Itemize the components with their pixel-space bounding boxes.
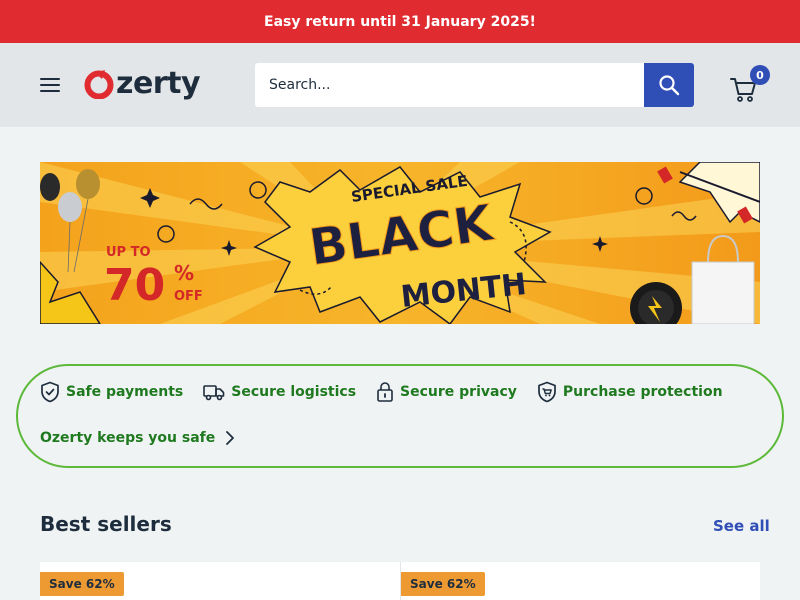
banner-promo-suffix: OFF [174,289,203,304]
trust-item-secure-logistics: Secure logistics [203,382,356,402]
trust-item-purchase-protection: Purchase protection [537,381,723,403]
keeps-you-safe-link[interactable]: Ozerty keeps you safe [40,430,237,446]
banner-promo-value: 70 [104,260,165,311]
product-grid: Save 62% Save 62% [40,562,760,600]
keeps-you-safe-label: Ozerty keeps you safe [40,430,216,446]
best-sellers-title: Best sellers [40,512,172,536]
logo-text: zerty [116,66,201,101]
logo-o-icon [84,70,114,99]
chevron-right-icon [226,431,235,445]
shield-cart-icon [538,381,556,403]
trust-label-purchase-protection: Purchase protection [562,384,723,400]
banner-graphic: SPECIAL SALE BLACK MONTH UP TO 70 % OFF [40,162,760,324]
product-card[interactable]: Save 62% [40,562,400,600]
trust-item-secure-privacy: Secure privacy [376,381,517,403]
banner-promo-percent: % [174,261,194,285]
truck-icon [203,385,225,401]
announcement-bar: Easy return until 31 January 2025! [0,0,800,43]
trust-features: Safe payments Secure logistics Secure pr… [40,380,743,404]
discount-badge: Save 62% [401,572,485,596]
site-logo[interactable]: zerty [84,65,201,103]
search-button[interactable] [644,63,694,107]
menu-icon[interactable] [40,77,60,93]
trust-label-secure-logistics: Secure logistics [231,384,357,400]
banner-promo-prefix: UP TO [106,245,151,260]
search-bar [255,63,694,107]
trust-label-safe-payments: Safe payments [66,384,184,400]
announcement-text: Easy return until 31 January 2025! [264,13,536,30]
trust-label-secure-privacy: Secure privacy [400,384,517,400]
trust-panel: Safe payments Secure logistics Secure pr… [16,364,784,468]
lock-icon [377,382,393,402]
product-card[interactable]: Save 62% [400,562,760,600]
cart-button[interactable]: 0 [730,65,770,103]
shield-check-icon [41,381,59,403]
discount-badge: Save 62% [40,572,124,596]
see-all-link[interactable]: See all [713,517,770,535]
trust-item-safe-payments: Safe payments [40,381,183,403]
cart-count-badge: 0 [750,65,770,85]
search-icon [659,75,680,96]
site-header: zerty 0 [0,43,800,127]
search-input[interactable] [255,63,644,107]
promo-banner[interactable]: SPECIAL SALE BLACK MONTH UP TO 70 % OFF [40,162,760,324]
